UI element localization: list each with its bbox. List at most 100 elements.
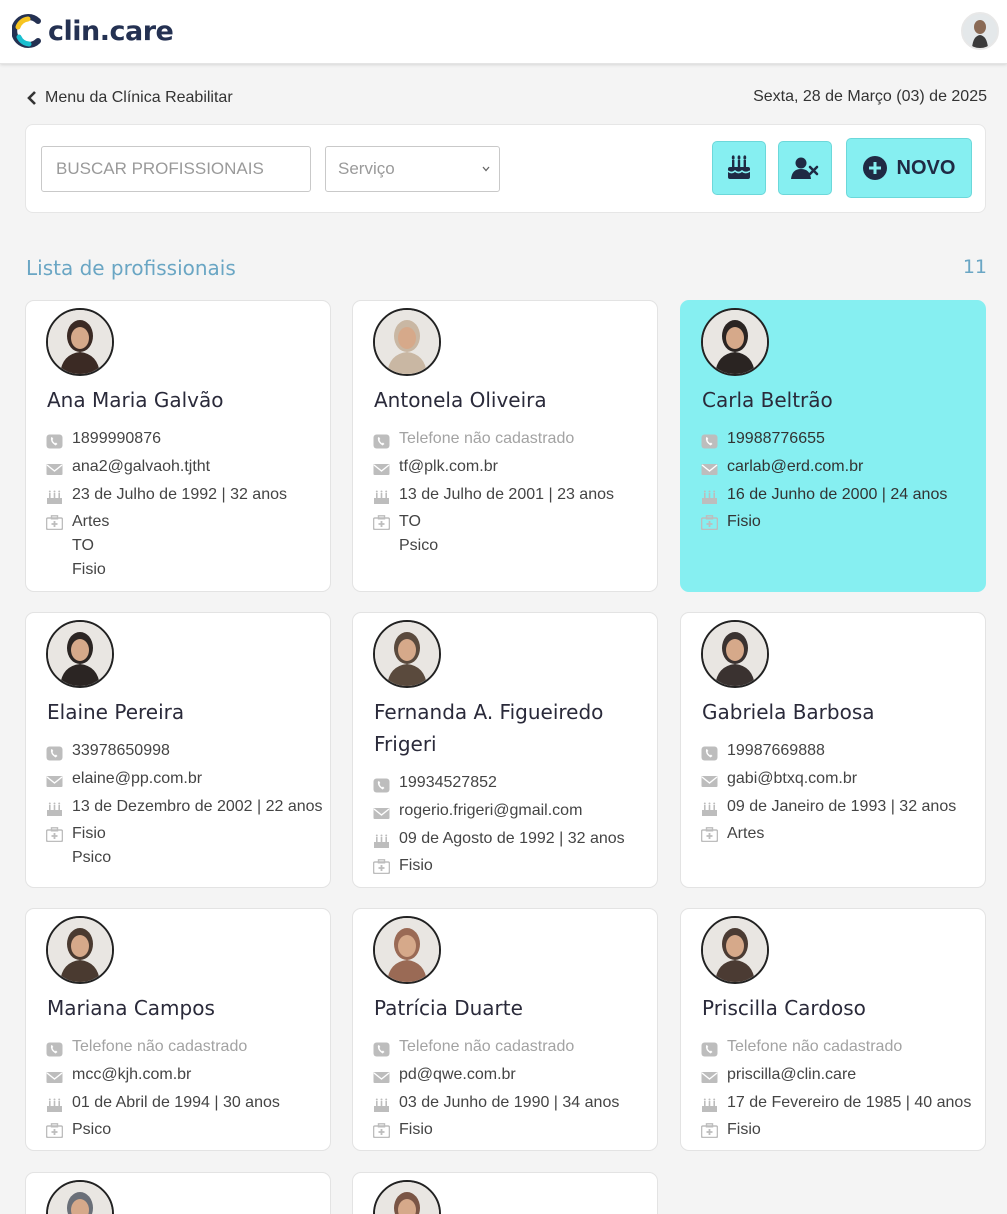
professional-services: Fisio	[372, 854, 657, 878]
birthday-cake-icon	[727, 155, 751, 179]
professional-services: TO Psico	[372, 510, 657, 558]
phone-icon	[701, 1040, 718, 1057]
chevron-down-icon	[482, 166, 490, 172]
professional-name: Gabriela Barbosa	[702, 700, 875, 724]
birthday-cake-icon	[701, 1096, 718, 1112]
professional-phone: 19934527852	[373, 770, 657, 798]
service-item: Fisio	[72, 561, 106, 578]
professional-birthdate: 23 de Julho de 1992 | 32 anos	[46, 482, 330, 510]
new-button-label: NOVO	[896, 156, 956, 179]
professional-name: Antonela Oliveira	[374, 388, 547, 412]
professional-card[interactable]	[25, 1172, 331, 1214]
professional-avatar	[46, 308, 114, 376]
inactive-professionals-button[interactable]	[778, 141, 832, 195]
birthdate-text: 23 de Julho de 1992 | 32 anos	[72, 486, 287, 503]
service-item: TO	[72, 537, 94, 554]
professional-email: ana2@galvaoh.tjtht	[46, 454, 330, 482]
birthdate-text: 13 de Julho de 2001 | 23 anos	[399, 486, 614, 503]
professional-avatar	[46, 1180, 114, 1214]
search-professionals-input[interactable]	[41, 146, 311, 192]
new-professional-button[interactable]: NOVO	[846, 138, 972, 198]
professionals-list-title: Lista de profissionais	[26, 256, 236, 280]
medical-kit-icon	[45, 826, 64, 843]
phone-text: Telefone não cadastrado	[399, 430, 575, 447]
professional-card[interactable]: Fernanda A. Figueiredo Frigeri 1993452785…	[352, 612, 658, 888]
brand-logo[interactable]: clin.care	[12, 12, 174, 50]
professional-card[interactable]: Elaine Pereira 33978650998 elaine@pp.com.b…	[25, 612, 331, 888]
email-text: gabi@btxq.com.br	[727, 770, 858, 787]
professional-card[interactable]: Antonela Oliveira Telefone não cadastrado…	[352, 300, 658, 592]
professional-card[interactable]: Patrícia Duarte Telefone não cadastrado pd…	[352, 908, 658, 1151]
professional-info: 19987669888 gabi@btxq.com.br 09 de Janeiro…	[700, 738, 985, 846]
phone-text: Telefone não cadastrado	[72, 1038, 248, 1055]
filter-toolbar: Serviço NOVO	[25, 124, 986, 213]
professional-info: 19988776655 carlab@erd.com.br 16 de Junho …	[700, 426, 985, 534]
top-bar: clin.care	[0, 0, 1007, 64]
phone-text: Telefone não cadastrado	[727, 1038, 903, 1055]
birthdays-button[interactable]	[712, 141, 766, 195]
professional-name: Patrícia Duarte	[374, 996, 523, 1020]
professional-birthdate: 13 de Dezembro de 2002 | 22 anos	[46, 794, 330, 822]
professional-card[interactable]: Ana Maria Galvão 1899990876 ana2@galvaoh.t…	[25, 300, 331, 592]
medical-kit-icon	[45, 514, 64, 531]
professional-birthdate: 03 de Junho de 1990 | 34 anos	[373, 1090, 657, 1118]
professional-services: Fisio	[700, 510, 985, 534]
professional-name: Mariana Campos	[47, 996, 215, 1020]
user-avatar[interactable]	[961, 12, 999, 50]
user-photo-icon	[963, 14, 997, 48]
professional-birthdate: 09 de Janeiro de 1993 | 32 anos	[701, 794, 985, 822]
professional-info: 33978650998 elaine@pp.com.br 13 de Dezembr…	[45, 738, 330, 870]
professional-birthdate: 01 de Abril de 1994 | 30 anos	[46, 1090, 330, 1118]
professional-services: Fisio	[700, 1118, 985, 1142]
professional-services: Fisio Psico	[45, 822, 330, 870]
professional-email: tf@plk.com.br	[373, 454, 657, 482]
professional-services: Psico	[45, 1118, 330, 1142]
professional-card[interactable]	[352, 1172, 658, 1214]
medical-kit-icon	[372, 858, 391, 875]
birthday-cake-icon	[701, 488, 718, 504]
professional-info: Telefone não cadastrado pd@qwe.com.br 03 d…	[372, 1034, 657, 1142]
phone-text: 19934527852	[399, 774, 497, 791]
professional-birthdate: 13 de Julho de 2001 | 23 anos	[373, 482, 657, 510]
email-text: tf@plk.com.br	[399, 458, 498, 475]
clin-care-logo-icon	[12, 14, 41, 48]
user-times-icon	[791, 157, 819, 179]
professional-email: priscilla@clin.care	[701, 1062, 985, 1090]
professional-services: Artes	[700, 822, 985, 846]
professional-phone: Telefone não cadastrado	[373, 426, 657, 454]
service-item: Fisio	[399, 857, 433, 874]
phone-icon	[373, 432, 390, 449]
professional-avatar	[701, 916, 769, 984]
professional-email: elaine@pp.com.br	[46, 766, 330, 794]
phone-text: 19988776655	[727, 430, 825, 447]
birthday-cake-icon	[701, 800, 718, 816]
birthdate-text: 17 de Fevereiro de 1985 | 40 anos	[727, 1094, 972, 1111]
service-select[interactable]: Serviço	[325, 146, 500, 192]
professional-card[interactable]: Gabriela Barbosa 19987669888 gabi@btxq.com…	[680, 612, 986, 888]
phone-icon	[701, 744, 718, 761]
envelope-icon	[373, 804, 390, 819]
professional-phone: 19987669888	[701, 738, 985, 766]
service-item: Fisio	[72, 825, 106, 842]
professional-avatar	[701, 620, 769, 688]
back-to-clinic-menu-link[interactable]: Menu da Clínica Reabilitar	[26, 88, 233, 108]
envelope-icon	[701, 1068, 718, 1083]
professional-avatar	[701, 308, 769, 376]
envelope-icon	[46, 1068, 63, 1083]
medical-kit-icon	[700, 514, 719, 531]
phone-icon	[46, 744, 63, 761]
professional-card[interactable]: Carla Beltrão 19988776655 carlab@erd.com.b…	[680, 300, 986, 592]
envelope-icon	[46, 772, 63, 787]
phone-text: 1899990876	[72, 430, 161, 447]
professional-name: Ana Maria Galvão	[47, 388, 224, 412]
professional-card[interactable]: Mariana Campos Telefone não cadastrado mcc…	[25, 908, 331, 1151]
birthday-cake-icon	[373, 832, 390, 848]
professional-info: Telefone não cadastrado priscilla@clin.ca…	[700, 1034, 985, 1142]
professional-avatar	[46, 620, 114, 688]
service-item: Psico	[399, 537, 439, 554]
service-item: Fisio	[399, 1121, 433, 1138]
professional-avatar	[373, 916, 441, 984]
professional-info: Telefone não cadastrado tf@plk.com.br 13 d…	[372, 426, 657, 558]
professional-card[interactable]: Priscilla Cardoso Telefone não cadastrado…	[680, 908, 986, 1151]
professional-email: carlab@erd.com.br	[701, 454, 985, 482]
